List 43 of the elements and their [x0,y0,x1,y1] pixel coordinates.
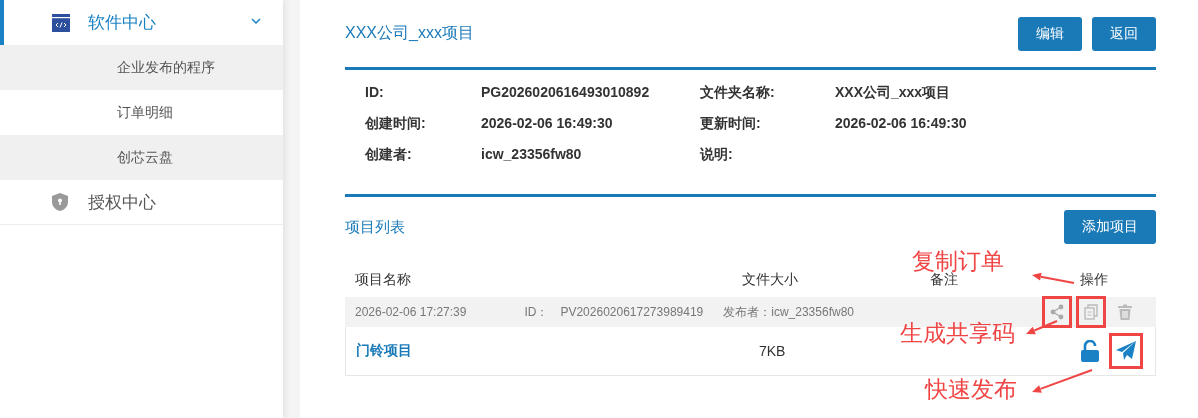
field-value: XXX公司_xxx项目 [835,83,952,101]
sidebar-menu-label[interactable]: 软件中心 [88,11,156,34]
paper-plane-icon[interactable] [1109,333,1143,369]
chevron-down-icon[interactable] [251,18,261,25]
field-value: 2026-02-06 16:49:30 [481,114,614,132]
id-label: ID： [524,303,549,321]
shield-icon [52,193,68,211]
project-name-link[interactable]: 门铃项目 [356,342,759,360]
column-header: 操作 [1080,271,1108,289]
annotation-label: 复制订单 [912,247,1004,274]
arrow [1032,272,1075,284]
field-label: 创建者: [365,145,413,163]
field-value: PG2026020616493010892 [481,83,651,101]
submenu-item[interactable]: 企业发布的程序 [0,45,283,90]
publisher-text: 发布者：icw_23356fw80 [723,303,854,321]
submenu-item[interactable]: 创芯云盘 [0,135,283,180]
field-label: 创建时间: [365,114,427,132]
code-window-icon [52,13,70,32]
action-button[interactable]: 返回 [1092,16,1156,51]
annotation-label: 生成共享码 [900,319,1015,347]
section-title: 项目列表 [345,217,405,237]
field-value: 2026-02-06 16:49:30 [835,114,968,132]
sidebar-menu-label[interactable]: 授权中心 [88,190,156,214]
add-project-button[interactable]: 添加项目 [1064,210,1156,244]
field-label: ID: [365,83,385,101]
field-label: 更新时间: [700,114,762,132]
annotation-label: 快速发布 [925,375,1017,403]
column-header: 备注 [930,271,958,289]
column-header: 项目名称 [355,271,411,289]
arrow [1026,320,1058,335]
copy-icon[interactable] [1076,296,1106,328]
arrow [1032,369,1093,393]
project-title: XXX公司_xxx项目 [345,23,474,43]
field-label: 说明: [700,145,734,163]
submenu-item[interactable]: 订单明细 [0,90,283,135]
action-button[interactable]: 编辑 [1018,16,1082,51]
column-header: 文件大小 [742,271,798,289]
publish-date: 2026-02-06 17:27:39 [355,305,467,319]
field-value: icw_23356fw80 [481,145,583,163]
share-icon[interactable] [1042,296,1072,328]
id-value: PV2026020617273989419 [560,305,704,319]
field-label: 文件夹名称: [700,83,776,101]
file-size: 7KB [759,343,786,359]
